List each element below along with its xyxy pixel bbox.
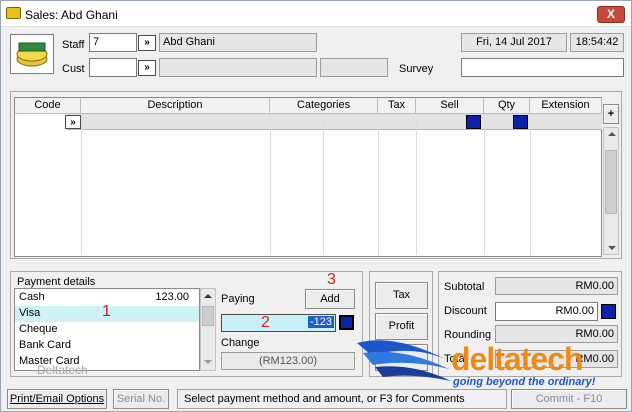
sell-picker-button[interactable] (466, 115, 481, 129)
scroll-down-arrow-icon[interactable] (608, 246, 616, 250)
method-label: Cash (19, 291, 45, 303)
staff-lookup-button[interactable]: » (138, 35, 156, 51)
subtotal-label: Subtotal (444, 281, 485, 293)
coins-icon (16, 42, 48, 67)
col-sell[interactable]: Sell (416, 98, 484, 114)
tax-button[interactable]: Tax (375, 282, 428, 309)
scroll-down-arrow-icon[interactable] (204, 360, 212, 364)
survey-field[interactable] (461, 58, 624, 77)
annotation-2: 2 (261, 314, 270, 331)
brand-logo: deltatech going beyond the ordinary! (353, 331, 632, 393)
method-label: Bank Card (19, 339, 71, 351)
scroll-up-arrow-icon[interactable] (608, 132, 616, 136)
grid-scrollbar[interactable] (603, 127, 619, 255)
col-description[interactable]: Description (81, 98, 270, 114)
scroll-up-arrow-icon[interactable] (204, 294, 212, 298)
close-button[interactable]: X (597, 6, 625, 23)
status-message: Select payment method and amount, or F3 … (177, 389, 507, 409)
staff-code-field[interactable]: 7 (89, 33, 137, 52)
cust-lookup-button[interactable]: » (138, 60, 156, 76)
brand-name: deltatech (451, 341, 583, 377)
discount-field[interactable]: RM0.00 (495, 302, 598, 321)
paying-amount-field[interactable]: -123 (221, 314, 336, 332)
title-bar: Sales: Abd Ghani X (1, 1, 631, 27)
payment-method-list[interactable]: Cash 123.00 Visa Cheque Bank Card Master… (14, 288, 200, 371)
code-lookup-button[interactable]: » (65, 115, 81, 129)
payment-list-scrollbar[interactable] (200, 288, 216, 371)
survey-label: Survey (399, 63, 434, 75)
col-tax[interactable]: Tax (378, 98, 416, 114)
add-row-button[interactable]: + (603, 104, 619, 124)
cust-label: Cust (62, 63, 85, 75)
window-title: Sales: Abd Ghani (25, 8, 118, 22)
scroll-thumb[interactable] (605, 150, 617, 214)
commit-button[interactable]: Commit - F10 (511, 389, 627, 409)
list-watermark: Deltatech (37, 363, 88, 377)
cust-extra-field (320, 58, 388, 77)
staff-name-field: Abd Ghani (159, 33, 317, 52)
discount-label: Discount (444, 305, 487, 317)
sales-window: Sales: Abd Ghani X Staff 7 » Abd Ghani F… (0, 0, 632, 412)
time-display: 18:54:42 (570, 33, 624, 52)
staff-photo (10, 34, 54, 74)
payment-title: Payment details (17, 276, 96, 288)
brand-tagline: going beyond the ordinary! (453, 376, 596, 388)
add-payment-button[interactable]: Add (305, 289, 355, 309)
paying-amount-value: -123 (307, 316, 334, 328)
cash-amount: 123.00 (155, 291, 189, 303)
method-bank-card[interactable]: Bank Card (15, 338, 199, 354)
subtotal-value: RM0.00 (495, 277, 618, 295)
method-label: Cheque (19, 323, 58, 335)
change-field: (RM123.00) (221, 352, 355, 370)
qty-picker-button[interactable] (513, 115, 528, 129)
paying-picker-button[interactable] (339, 315, 354, 330)
date-display: Fri, 14 Jul 2017 (461, 33, 567, 52)
swoosh-icon (357, 340, 451, 381)
method-label: Visa (19, 307, 41, 319)
change-label: Change (221, 337, 260, 349)
method-cheque[interactable]: Cheque (15, 322, 199, 338)
app-icon (6, 7, 21, 19)
discount-picker-button[interactable] (601, 304, 616, 319)
print-email-options-button[interactable]: Print/Email Options (7, 389, 107, 409)
cust-code-field[interactable] (89, 58, 137, 77)
paying-label: Paying (221, 293, 255, 305)
annotation-3: 3 (327, 271, 336, 288)
annotation-1: 1 (102, 303, 111, 320)
serial-no-button[interactable]: Serial No. (113, 389, 169, 409)
col-qty[interactable]: Qty (484, 98, 530, 114)
scroll-thumb[interactable] (202, 306, 214, 326)
code-cell-input[interactable] (15, 114, 67, 130)
col-code[interactable]: Code (15, 98, 81, 114)
col-extension[interactable]: Extension (530, 98, 602, 114)
col-categories[interactable]: Categories (270, 98, 378, 114)
staff-label: Staff (62, 39, 85, 51)
cust-name-field (159, 58, 317, 77)
